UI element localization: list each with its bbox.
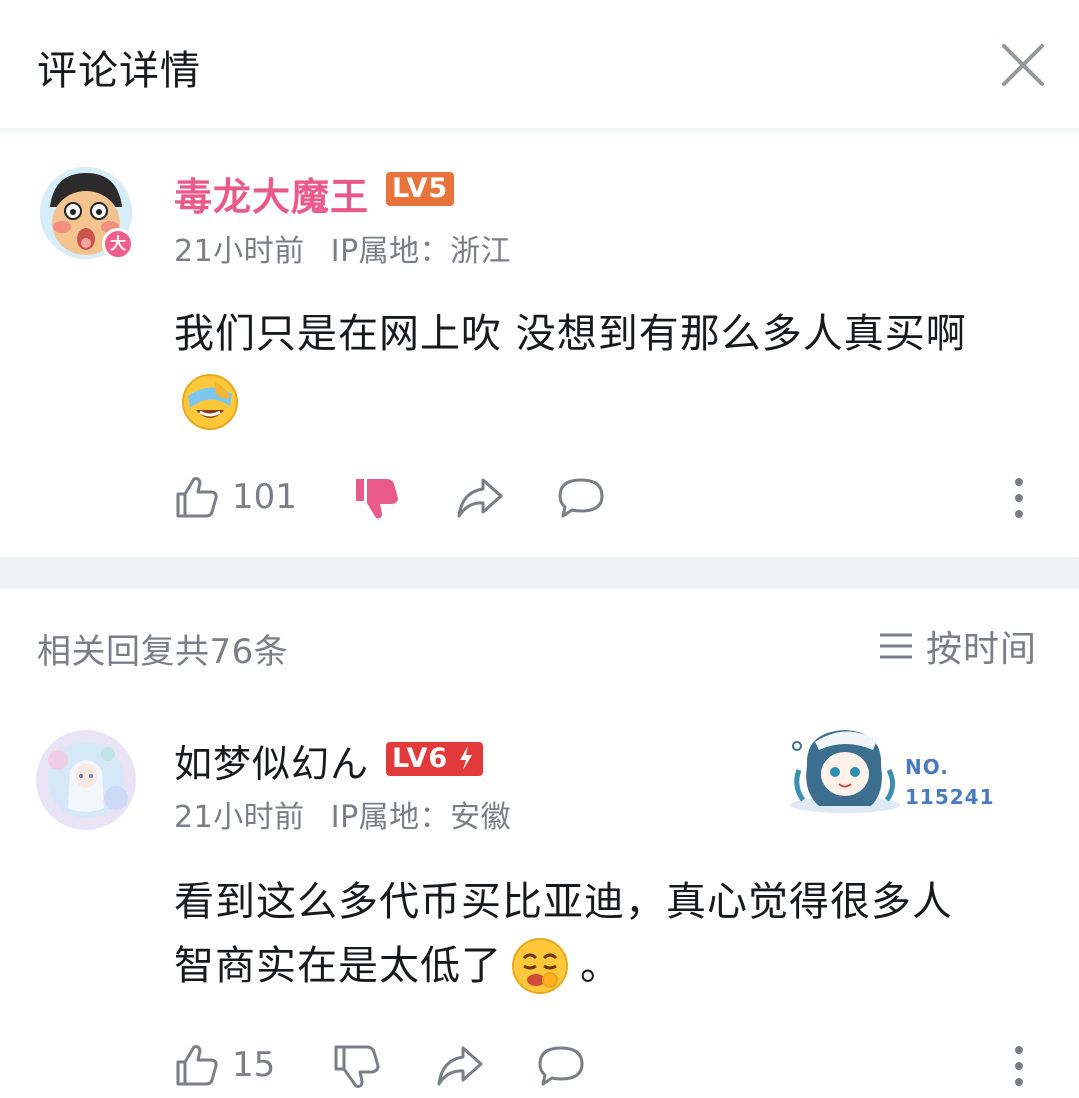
comment-icon	[558, 478, 604, 518]
sort-button[interactable]: 按时间	[878, 620, 1037, 672]
reply-text-line2: 智商实在是太低了 。	[174, 934, 1054, 998]
page-title: 评论详情	[37, 48, 201, 94]
sort-icon	[880, 633, 912, 659]
sort-label: 按时间	[926, 629, 1038, 670]
emoji-smirk-icon	[512, 938, 568, 994]
reply-username[interactable]: 如梦似幻ん	[174, 733, 369, 788]
fan-badge-image	[790, 730, 900, 813]
reply-dislike-button[interactable]	[334, 1044, 380, 1090]
more-vertical-icon	[1015, 478, 1023, 518]
comment-text-body: 我们只是在网上吹 没想到有那么多人真买啊	[174, 311, 967, 357]
reply-comment-button[interactable]	[536, 1044, 586, 1088]
reply-like-count: 15	[232, 1045, 276, 1085]
like-count: 101	[232, 477, 297, 517]
fan-badge-no-label: NO.	[905, 755, 949, 779]
reply-text: 看到这么多代币买比亚迪，真心觉得很多人 智商实在是太低了 。	[174, 870, 1054, 998]
more-options-button[interactable]	[1009, 476, 1029, 520]
comment-username[interactable]: 毒龙大魔王	[174, 166, 369, 221]
reply-count: 相关回复共76条	[37, 632, 289, 672]
comment-meta: 21小时前 IP属地：浙江	[174, 226, 511, 270]
like-button[interactable]: 101	[174, 474, 297, 520]
reply-text-line2-body: 智商实在是太低了	[174, 943, 502, 989]
comment-button[interactable]	[556, 476, 606, 520]
section-divider	[0, 557, 1079, 589]
comment-ip-location: IP属地：浙江	[330, 234, 512, 269]
reply-text-end: 。	[580, 943, 621, 989]
reply-level-badge: LV6	[386, 742, 483, 776]
thumb-down-icon	[334, 1045, 380, 1088]
avatar-badge-label: 大	[109, 234, 126, 253]
reply-more-options-button[interactable]	[1009, 1044, 1029, 1088]
close-button[interactable]	[996, 38, 1050, 92]
comment-text: 我们只是在网上吹 没想到有那么多人真买啊	[174, 302, 1054, 366]
avatar-badge: 大	[102, 228, 134, 260]
reply-avatar[interactable]	[36, 730, 136, 830]
share-button[interactable]	[456, 476, 504, 520]
reply-ip-location: IP属地：安徽	[330, 800, 512, 835]
thumb-up-icon	[176, 477, 218, 518]
comment-icon	[538, 1046, 584, 1086]
lightning-icon	[459, 746, 472, 770]
reply-share-button[interactable]	[436, 1044, 484, 1088]
reply-text-line1: 看到这么多代币买比亚迪，真心觉得很多人	[174, 879, 953, 925]
reply-like-button[interactable]: 15	[174, 1042, 275, 1088]
share-icon	[457, 478, 503, 518]
thumb-down-icon	[356, 479, 398, 519]
comment-time: 21小时前	[174, 234, 305, 269]
close-icon	[1002, 44, 1044, 86]
reply-meta: 21小时前 IP属地：安徽	[174, 792, 511, 836]
level-badge: LV5	[386, 172, 455, 206]
more-vertical-icon	[1015, 1046, 1023, 1086]
reply-level-label: LV6	[392, 743, 449, 774]
header: 评论详情	[0, 0, 1079, 130]
divider	[0, 128, 1079, 138]
emoji-laugh-cover-icon	[182, 374, 238, 430]
dislike-button[interactable]	[354, 476, 400, 522]
share-icon	[437, 1046, 483, 1086]
fan-badge-number: 115241	[905, 785, 995, 809]
fan-badge-number-group: NO. 115241	[905, 752, 995, 812]
comment-detail-page: 评论详情 大 毒龙大魔王 LV5 21小时前 IP属地：浙江 我们只是在网上吹 …	[0, 0, 1079, 1098]
thumb-up-icon	[176, 1045, 218, 1086]
reply-time: 21小时前	[174, 800, 305, 835]
reply-avatar-image	[36, 730, 136, 830]
